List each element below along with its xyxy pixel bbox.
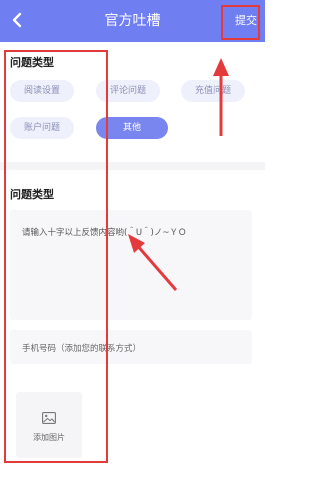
feedback-page: 官方吐槽 提交 问题类型 阅读设置 评论问题 充值问题 账户问题 其他 问题类型… xyxy=(0,0,265,500)
annotation-highlight-form xyxy=(4,50,108,463)
annotation-arrowhead-up xyxy=(213,58,229,76)
issue-chip-recharge[interactable]: 充值问题 xyxy=(181,80,245,102)
annotation-highlight-submit xyxy=(221,5,260,40)
